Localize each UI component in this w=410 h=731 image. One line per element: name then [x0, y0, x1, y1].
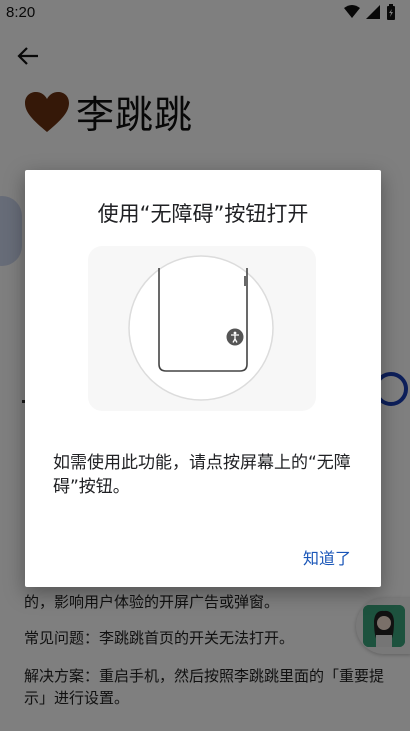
- dialog-illustration: [88, 246, 316, 411]
- ok-button[interactable]: 知道了: [297, 542, 357, 572]
- accessibility-icon: [226, 328, 244, 346]
- dialog-message: 如需使用此功能，请点按屏幕上的“无障碍”按钮。: [53, 453, 351, 497]
- dialog-title: 使用“无障碍”按钮打开: [97, 202, 309, 226]
- accessibility-dialog: 使用“无障碍”按钮打开 如需使用此功能，请点按屏幕上的“无障碍”按钮。 知道了: [25, 170, 381, 587]
